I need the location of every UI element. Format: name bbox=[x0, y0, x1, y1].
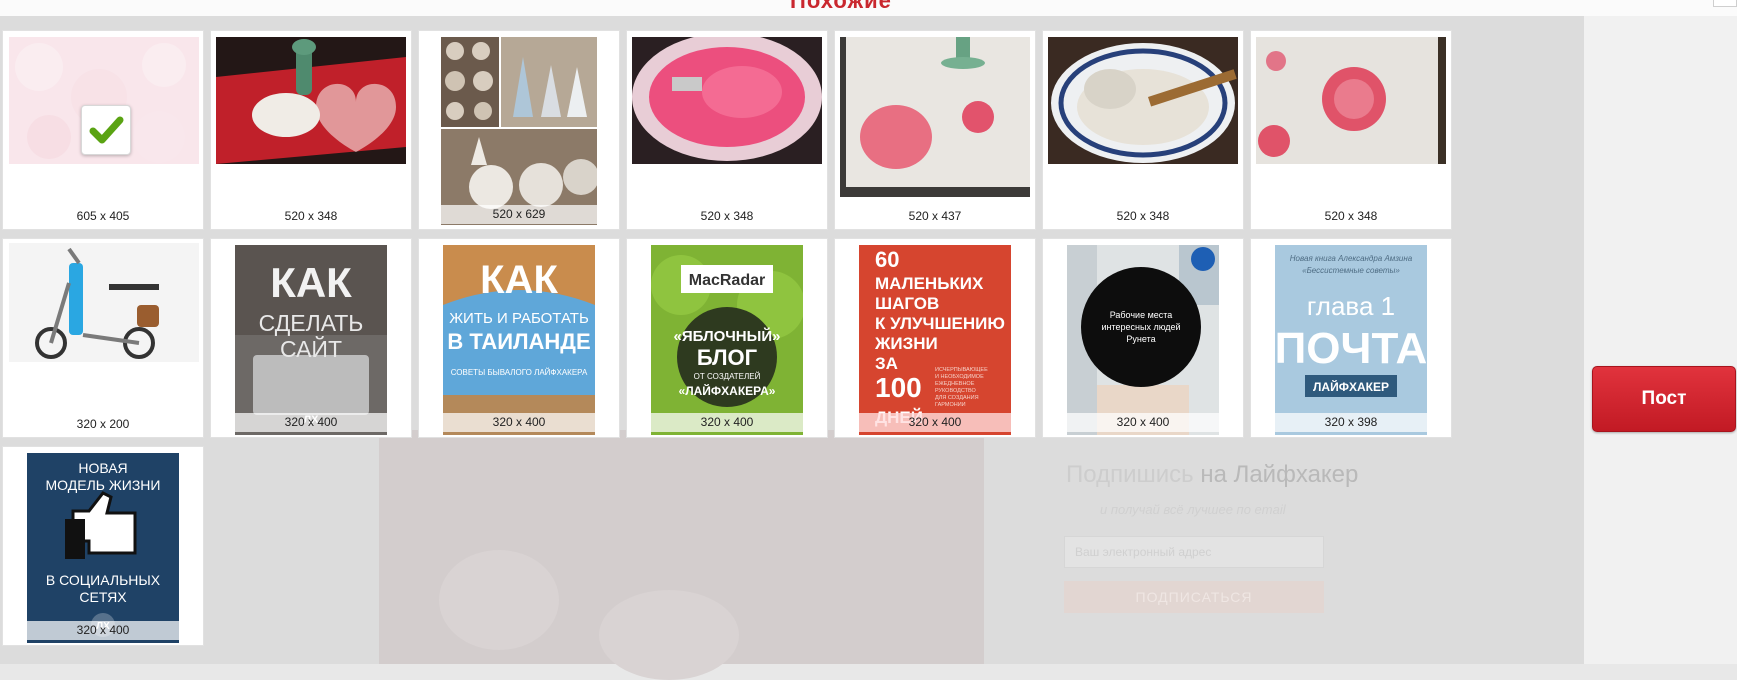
image-tile-12[interactable]: 60 МАЛЕНЬКИХ ШАГОВ К УЛУЧШЕНИЮ ЖИЗНИ ЗА … bbox=[834, 238, 1036, 438]
cover-title: ЖИЗНИ bbox=[874, 334, 938, 353]
cover-subtitle: В ТАИЛАНДЕ bbox=[447, 329, 590, 354]
image-size-label: 320 x 400 bbox=[1067, 413, 1219, 432]
image-size-label: 520 x 629 bbox=[419, 205, 619, 224]
image-size-label: 320 x 200 bbox=[76, 417, 130, 431]
cover-small-text: ГАРМОНИИ bbox=[935, 402, 966, 408]
cover-subtitle: «ЛАЙФХАКЕРА» bbox=[679, 383, 776, 398]
image-tile-15[interactable]: НОВАЯ МОДЕЛЬ ЖИЗНИ В СОЦИАЛЬНЫХ СЕТЯХ ЛХ… bbox=[2, 446, 204, 646]
background-cookie bbox=[439, 550, 559, 650]
image-size-label: 320 x 400 bbox=[235, 413, 387, 432]
book-cover-kak-sdelat-sait: КАК СДЕЛАТЬ САЙТ ЛХ bbox=[235, 245, 387, 435]
cover-small-text: РУКОВОДСТВО bbox=[935, 388, 976, 394]
cover-chapter: глава 1 bbox=[1307, 291, 1395, 321]
cover-subtitle: СЕТЯХ bbox=[79, 589, 127, 605]
pink-dough-bowl-photo bbox=[632, 37, 822, 164]
image-tile-6[interactable]: 520 x 348 bbox=[1042, 30, 1244, 230]
image-tile-13[interactable]: Рабочие места интересных людей Рунета 32… bbox=[1042, 238, 1244, 438]
cover-title: ПОЧТА bbox=[1275, 324, 1427, 373]
book-cover-new-life-model: НОВАЯ МОДЕЛЬ ЖИЗНИ В СОЦИАЛЬНЫХ СЕТЯХ ЛХ bbox=[27, 453, 179, 643]
image-size-label: 520 x 348 bbox=[1324, 209, 1378, 223]
image-size-label: 320 x 400 bbox=[859, 413, 1011, 432]
cover-title: БЛОГ bbox=[697, 345, 758, 370]
book-cover-pochta: Новая книга Александра Амзина «Бессистем… bbox=[1275, 245, 1427, 435]
image-tile-14[interactable]: Новая книга Александра Амзина «Бессистем… bbox=[1250, 238, 1452, 438]
cover-title: ШАГОВ bbox=[875, 294, 939, 313]
background-hero-image bbox=[379, 430, 984, 680]
folding-scooter-photo bbox=[9, 243, 199, 362]
image-tile-1[interactable]: 605 x 405 bbox=[2, 30, 204, 230]
image-size-label: 520 x 348 bbox=[284, 209, 338, 223]
cover-small-text: И НЕОБХОДИМОЕ bbox=[935, 374, 984, 380]
book-cover-60-steps: 60 МАЛЕНЬКИХ ШАГОВ К УЛУЧШЕНИЮ ЖИЗНИ ЗА … bbox=[859, 245, 1011, 435]
cover-title: «ЯБЛОЧНЫЙ» bbox=[674, 327, 781, 345]
cover-title: 100 bbox=[875, 372, 922, 403]
pink-stamp-cookie-photo bbox=[840, 37, 1030, 197]
book-cover-runet-workplaces: Рабочие места интересных людей Рунета bbox=[1067, 245, 1219, 435]
cover-title: НОВАЯ bbox=[78, 460, 127, 476]
image-size-label: 320 x 400 bbox=[651, 413, 803, 432]
image-tile-4[interactable]: 520 x 348 bbox=[626, 30, 828, 230]
stamp-on-heart-cloth-photo bbox=[216, 37, 406, 164]
cover-title: Рабочие места bbox=[1110, 310, 1173, 320]
image-tile-11[interactable]: MacRadar «ЯБЛОЧНЫЙ» БЛОГ ОТ СОЗДАТЕЛЕЙ «… bbox=[626, 238, 828, 438]
image-tile-9[interactable]: КАК СДЕЛАТЬ САЙТ ЛХ 320 x 400 bbox=[210, 238, 412, 438]
subscribe-title-suffix: на Лайфхакер bbox=[1200, 461, 1359, 488]
dialog-title: Похожие bbox=[790, 0, 892, 13]
cover-small-text: ИСЧЕРПЫВАЮЩЕЕ bbox=[935, 367, 988, 373]
cover-title: интересных людей bbox=[1101, 322, 1180, 332]
selected-check-icon bbox=[81, 105, 131, 155]
cover-brand: MacRadar bbox=[689, 272, 765, 289]
cover-small-text: ДЛЯ СОЗДАНИЯ bbox=[935, 395, 979, 401]
cover-author: Новая книга Александра Амзина bbox=[1290, 254, 1413, 263]
cover-title: КАК bbox=[480, 258, 558, 302]
image-size-label: 320 x 400 bbox=[27, 621, 179, 640]
image-size-label: 520 x 348 bbox=[700, 209, 754, 223]
book-cover-macradar: MacRadar «ЯБЛОЧНЫЙ» БЛОГ ОТ СОЗДАТЕЛЕЙ «… bbox=[651, 245, 803, 435]
subscribe-button: ПОДПИСАТЬСЯ bbox=[1064, 581, 1324, 613]
cover-small-text: ЕЖЕДНЕВНОЕ bbox=[935, 381, 975, 387]
subscribe-title: Подпишись на Лайфхакер bbox=[1066, 461, 1358, 489]
pink-stamps-tray-photo bbox=[1256, 37, 1446, 164]
close-icon[interactable] bbox=[1713, 0, 1737, 7]
cover-subtitle: САЙТ bbox=[280, 335, 342, 362]
subscribe-input-placeholder: Ваш электронный адрес bbox=[1075, 545, 1212, 559]
cover-title: Рунета bbox=[1126, 334, 1155, 344]
cover-subtitle: ОТ СОЗДАТЕЛЕЙ bbox=[694, 372, 761, 381]
image-size-label: 320 x 400 bbox=[443, 413, 595, 432]
cover-title: К УЛУЧШЕНИЮ bbox=[875, 314, 1005, 333]
cover-title: 60 bbox=[875, 247, 899, 272]
flour-bowl-stamp-photo bbox=[1048, 37, 1238, 164]
subscribe-email-input: Ваш электронный адрес bbox=[1064, 536, 1324, 568]
cover-badge: ЛАЙФХАКЕР bbox=[1313, 379, 1389, 394]
image-tile-5[interactable]: 520 x 437 bbox=[834, 30, 1036, 230]
image-size-label: 520 x 348 bbox=[1116, 209, 1170, 223]
book-cover-thailand: КАК ЖИТЬ И РАБОТАТЬ В ТАИЛАНДЕ СОВЕТЫ БЫ… bbox=[443, 245, 595, 435]
subscribe-caption: и получай всё лучшее по email bbox=[1100, 502, 1286, 517]
cover-title: МОДЕЛЬ ЖИЗНИ bbox=[46, 477, 161, 493]
cover-subtitle: ЖИТЬ И РАБОТАТЬ bbox=[449, 310, 589, 327]
background-cookie bbox=[599, 590, 739, 680]
image-tile-8[interactable]: 320 x 200 bbox=[2, 238, 204, 438]
image-tile-2[interactable]: 520 x 348 bbox=[210, 30, 412, 230]
dialog-header: Похожие bbox=[0, 0, 1737, 17]
cover-tagline: СОВЕТЫ БЫВАЛОГО ЛАЙФХАКЕРА bbox=[451, 368, 588, 377]
subscribe-title-prefix: Подпишись bbox=[1066, 461, 1194, 488]
cover-subtitle: В СОЦИАЛЬНЫХ bbox=[46, 572, 161, 588]
cover-title: ЗА bbox=[875, 354, 898, 373]
image-size-label: 520 x 437 bbox=[908, 209, 962, 223]
image-size-label: 605 x 405 bbox=[76, 209, 130, 223]
post-button[interactable]: Пост bbox=[1592, 366, 1736, 432]
cover-title: КАК bbox=[270, 259, 352, 306]
image-tile-3[interactable]: 520 x 629 bbox=[418, 30, 620, 230]
background-right-margin bbox=[1584, 16, 1737, 664]
clay-stamps-collage-photo bbox=[441, 37, 597, 225]
cover-subtitle: СДЕЛАТЬ bbox=[259, 310, 364, 336]
cover-series: «Бессистемные советы» bbox=[1302, 266, 1400, 275]
cover-title: МАЛЕНЬКИХ bbox=[875, 274, 984, 293]
image-tile-10[interactable]: КАК ЖИТЬ И РАБОТАТЬ В ТАИЛАНДЕ СОВЕТЫ БЫ… bbox=[418, 238, 620, 438]
image-tile-7[interactable]: 520 x 348 bbox=[1250, 30, 1452, 230]
image-size-label: 320 x 398 bbox=[1275, 413, 1427, 432]
